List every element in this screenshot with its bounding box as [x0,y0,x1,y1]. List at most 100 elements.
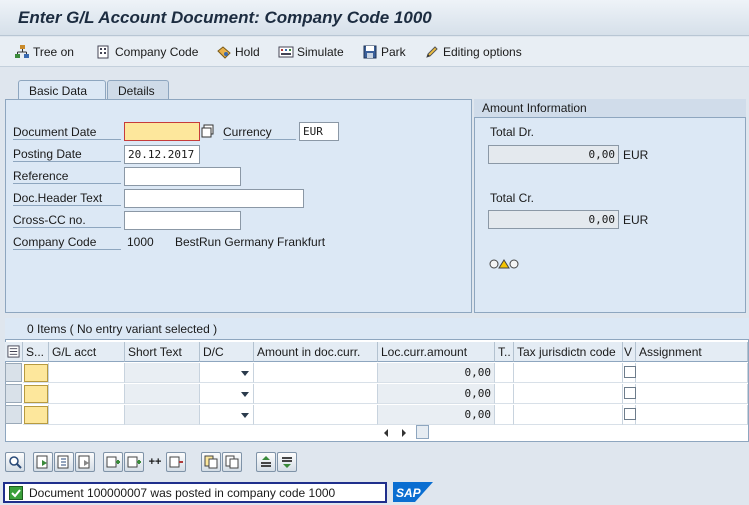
hold-icon [217,46,231,59]
horizontal-scrollbar-thumb[interactable] [416,425,429,439]
reference-input[interactable] [124,167,241,186]
company-code-button[interactable]: Company Code [96,43,198,61]
simulate-icon [278,46,294,58]
company-code-field-label: Company Code [13,235,121,250]
select-all-rows-button[interactable] [54,452,74,472]
page-title: Enter G/L Account Document: Company Code… [18,8,432,27]
hold-label: Hold [235,45,260,59]
sort-descending-icon [282,457,292,468]
insert-row-button[interactable] [103,452,123,472]
amount-doc-cell[interactable] [254,363,378,383]
deselect-icon [78,455,90,469]
total-cr-field: 0,00 [488,210,619,229]
currency-input[interactable]: EUR [299,122,339,141]
copy-button[interactable] [201,452,221,472]
v-checkbox[interactable] [624,408,636,420]
hold-button[interactable]: Hold [216,43,260,61]
col-dc[interactable]: D/C [200,342,254,362]
sort-ascending-button[interactable] [256,452,276,472]
tax-cell[interactable] [495,384,514,404]
magnifier-icon [9,456,22,469]
row-status-cell[interactable] [24,364,48,382]
amount-information-header: Amount Information [474,99,746,118]
amount-doc-cell[interactable] [254,384,378,404]
company-code-label: Company Code [115,45,199,59]
tree-on-button[interactable]: Tree on [14,43,74,61]
assignment-cell[interactable] [636,363,748,383]
assignment-cell[interactable] [636,405,748,425]
document-date-input[interactable] [124,122,200,141]
loc-amount-cell: 0,00 [378,405,495,425]
status-bar[interactable]: Document 100000007 was posted in company… [3,482,387,503]
select-all-icon [57,455,69,469]
col-assignment[interactable]: Assignment [636,342,748,362]
row-status-cell[interactable] [24,385,48,403]
editing-options-label: Editing options [443,45,522,59]
loc-amount-cell: 0,00 [378,384,495,404]
col-loc-curr-amount[interactable]: Loc.curr.amount [378,342,495,362]
tab-basic-data[interactable]: Basic Data [18,80,106,100]
tax-jurisdiction-cell[interactable] [514,405,623,425]
document-date-label: Document Date [13,125,121,140]
assignment-cell[interactable] [636,384,748,404]
chevron-down-icon[interactable] [241,371,249,376]
tax-cell[interactable] [495,363,514,383]
tax-jurisdiction-cell[interactable] [514,384,623,404]
col-short-text[interactable]: Short Text [125,342,200,362]
col-status[interactable]: S... [23,342,49,362]
company-name: BestRun Germany Frankfurt [175,235,326,249]
editing-options-button[interactable]: Editing options [424,43,522,61]
calendar-help-icon[interactable] [201,124,215,138]
company-code-value: 1000 [127,235,154,249]
sap-logo-text: SAP [396,486,422,500]
select-all-icon[interactable] [5,342,23,362]
select-block-button[interactable] [33,452,53,472]
simulate-button[interactable]: Simulate [278,43,344,61]
deselect-all-button[interactable] [75,452,95,472]
tab-details-label: Details [118,84,155,98]
tab-details[interactable]: Details [107,80,169,100]
park-label: Park [381,45,406,59]
doc-header-text-input[interactable] [124,189,304,208]
row-selector[interactable] [5,384,22,403]
col-tax[interactable]: T.. [495,342,514,362]
chevron-down-icon[interactable] [241,392,249,397]
details-magnifier-button[interactable] [5,452,25,472]
add-lines-button[interactable]: ++ [145,452,165,472]
reference-label: Reference [13,169,121,184]
tax-jurisdiction-cell[interactable] [514,363,623,383]
col-amount-doc-curr[interactable]: Amount in doc.curr. [254,342,378,362]
col-v[interactable]: V [623,342,636,362]
insert-row-icon [106,456,120,468]
v-checkbox[interactable] [624,387,636,399]
select-block-icon [36,455,48,469]
total-dr-label: Total Dr. [490,125,535,139]
amount-doc-cell[interactable] [254,405,378,425]
delete-row-button[interactable] [166,452,186,472]
cross-cc-input[interactable] [124,211,241,230]
gl-acct-cell[interactable] [49,363,125,383]
gl-acct-cell[interactable] [49,405,125,425]
row-selector[interactable] [5,363,22,382]
paste-button[interactable] [222,452,242,472]
tax-cell[interactable] [495,405,514,425]
row-selector[interactable] [5,405,22,424]
status-message: Document 100000007 was posted in company… [29,485,336,500]
copy-icon [204,455,218,469]
cross-cc-label: Cross-CC no. [13,213,121,228]
col-tax-jurisdiction[interactable]: Tax jurisdictn code [514,342,623,362]
posting-date-input[interactable]: 20.12.2017 [124,145,200,164]
scroll-left-icon[interactable] [382,427,390,437]
insert-rows-icon [127,456,141,468]
building-icon [97,45,109,59]
insert-multiple-rows-button[interactable] [124,452,144,472]
park-button[interactable]: Park [362,43,406,61]
scroll-right-icon[interactable] [400,427,408,437]
sort-descending-button[interactable] [277,452,297,472]
gl-acct-cell[interactable] [49,384,125,404]
v-checkbox[interactable] [624,366,636,378]
col-gl-acct[interactable]: G/L acct [49,342,125,362]
chevron-down-icon[interactable] [241,413,249,418]
row-status-cell[interactable] [24,406,48,424]
sap-logo: SAP [393,482,433,502]
